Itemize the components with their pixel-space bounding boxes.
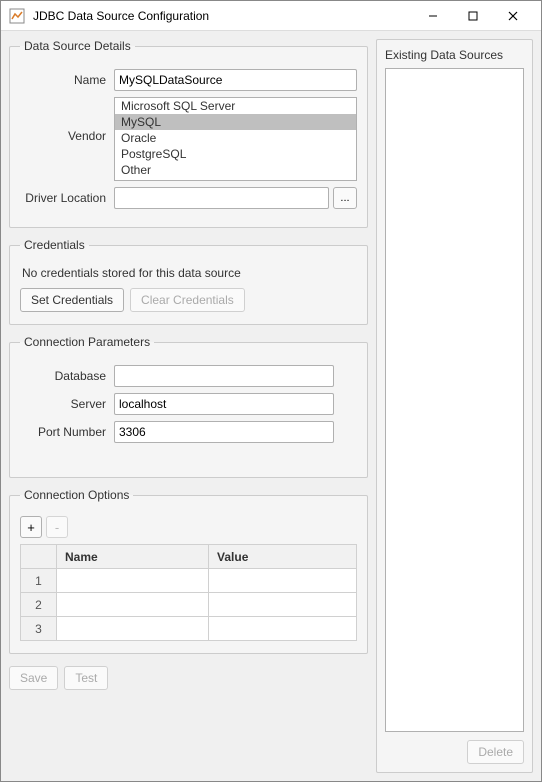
app-icon <box>9 8 25 24</box>
name-label: Name <box>20 73 106 87</box>
delete-button[interactable]: Delete <box>467 740 524 764</box>
browse-button[interactable]: ... <box>333 187 357 209</box>
cell-name[interactable] <box>57 593 209 617</box>
vendor-option[interactable]: PostgreSQL <box>115 146 356 162</box>
column-header-name: Name <box>57 545 209 569</box>
title-bar: JDBC Data Source Configuration <box>1 1 541 31</box>
name-input[interactable] <box>114 69 357 91</box>
row-number: 1 <box>21 569 57 593</box>
remove-option-button[interactable]: - <box>46 516 68 538</box>
set-credentials-button[interactable]: Set Credentials <box>20 288 124 312</box>
cell-value[interactable] <box>209 569 357 593</box>
table-row[interactable]: 1 <box>21 569 357 593</box>
connection-options-group: Connection Options + - Name Value 1 2 <box>9 488 368 654</box>
maximize-button[interactable] <box>453 2 493 30</box>
details-legend: Data Source Details <box>20 39 135 53</box>
cell-value[interactable] <box>209 593 357 617</box>
driver-location-label: Driver Location <box>20 191 106 205</box>
server-label: Server <box>20 397 106 411</box>
existing-list[interactable] <box>385 68 524 732</box>
column-header-value: Value <box>209 545 357 569</box>
credentials-message: No credentials stored for this data sour… <box>22 266 357 280</box>
cell-name[interactable] <box>57 569 209 593</box>
row-number: 2 <box>21 593 57 617</box>
vendor-option[interactable]: Oracle <box>115 130 356 146</box>
database-input[interactable] <box>114 365 334 387</box>
existing-data-sources-panel: Existing Data Sources Delete <box>376 39 533 773</box>
close-button[interactable] <box>493 2 533 30</box>
vendor-option[interactable]: MySQL <box>115 114 356 130</box>
vendor-list[interactable]: Microsoft SQL Server MySQL Oracle Postgr… <box>114 97 357 181</box>
table-corner <box>21 545 57 569</box>
table-row[interactable]: 3 <box>21 617 357 641</box>
credentials-legend: Credentials <box>20 238 89 252</box>
window-title: JDBC Data Source Configuration <box>33 9 413 23</box>
database-label: Database <box>20 369 106 383</box>
port-label: Port Number <box>20 425 106 439</box>
cell-name[interactable] <box>57 617 209 641</box>
connection-parameters-legend: Connection Parameters <box>20 335 154 349</box>
options-table: Name Value 1 2 3 <box>20 544 357 641</box>
table-row[interactable]: 2 <box>21 593 357 617</box>
test-button[interactable]: Test <box>64 666 108 690</box>
connection-parameters-group: Connection Parameters Database Server Po… <box>9 335 368 478</box>
add-option-button[interactable]: + <box>20 516 42 538</box>
save-button[interactable]: Save <box>9 666 58 690</box>
vendor-option[interactable]: Microsoft SQL Server <box>115 98 356 114</box>
row-number: 3 <box>21 617 57 641</box>
existing-title: Existing Data Sources <box>385 48 524 62</box>
port-input[interactable] <box>114 421 334 443</box>
server-input[interactable] <box>114 393 334 415</box>
vendor-option[interactable]: Other <box>115 162 356 178</box>
vendor-label: Vendor <box>20 129 106 143</box>
connection-options-legend: Connection Options <box>20 488 133 502</box>
clear-credentials-button[interactable]: Clear Credentials <box>130 288 245 312</box>
credentials-group: Credentials No credentials stored for th… <box>9 238 368 325</box>
cell-value[interactable] <box>209 617 357 641</box>
minimize-button[interactable] <box>413 2 453 30</box>
data-source-details-group: Data Source Details Name Vendor Microsof… <box>9 39 368 228</box>
driver-location-input[interactable] <box>114 187 329 209</box>
